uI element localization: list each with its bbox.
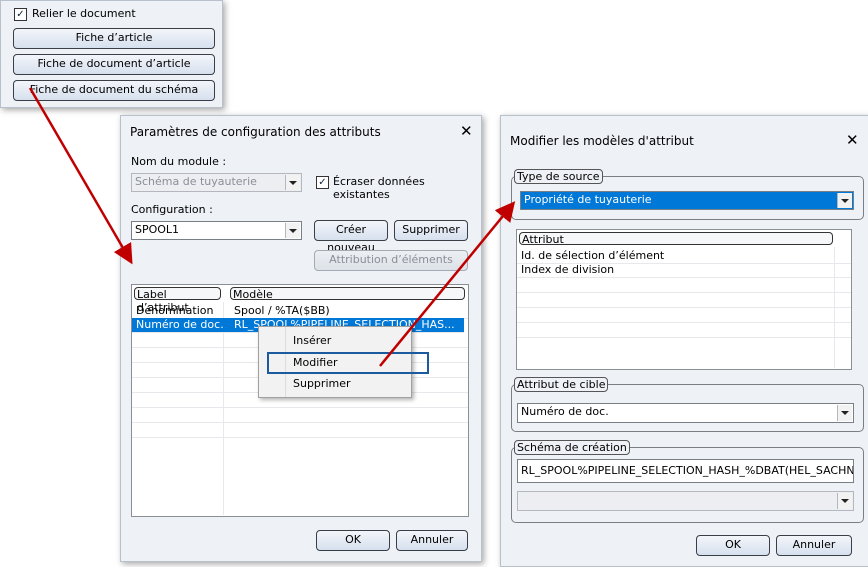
arrow-to-dialog2 (379, 201, 516, 367)
annotation-arrows (28, 87, 516, 367)
arrow-to-dialog1 (28, 87, 133, 265)
